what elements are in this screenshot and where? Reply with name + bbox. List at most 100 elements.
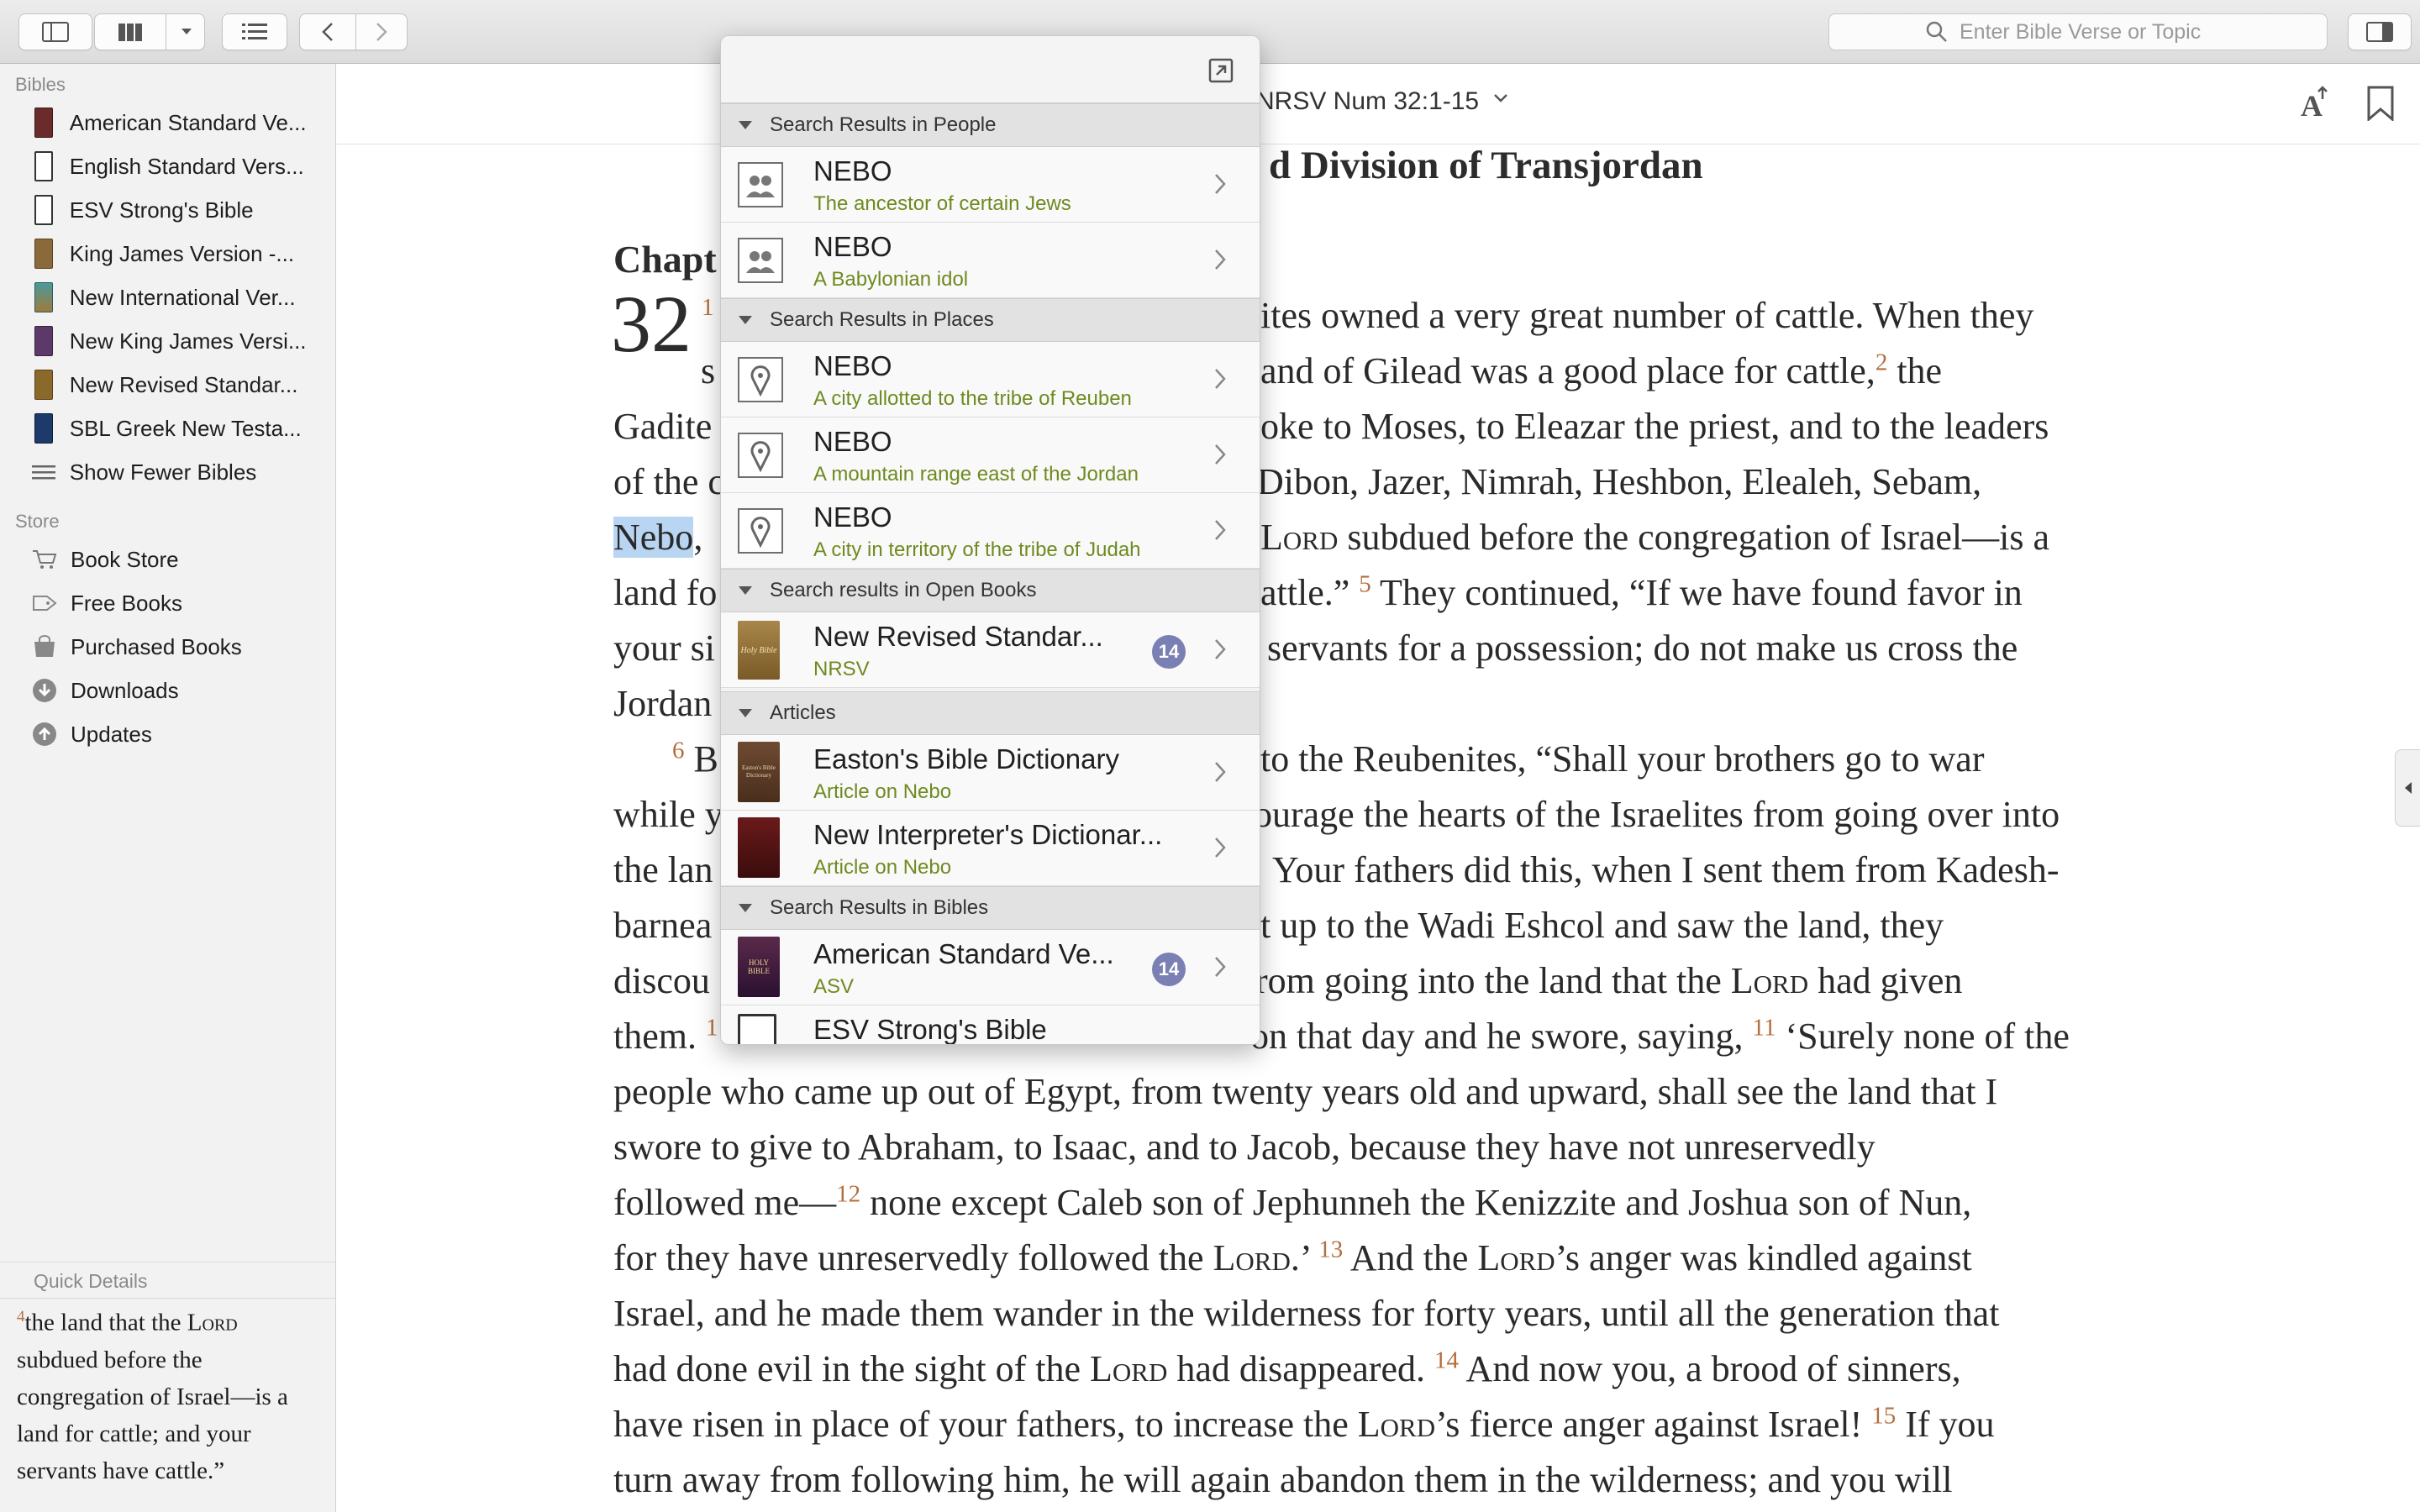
sidebar-item-nrsv[interactable]: New Revised Standar...	[0, 363, 335, 407]
table-of-contents-button[interactable]	[222, 13, 287, 50]
chevron-right-icon	[1215, 639, 1226, 659]
sidebar-item-label: New Revised Standar...	[69, 371, 298, 397]
result-row-place-nebo-1[interactable]: NEBO A city allotted to the tribe of Reu…	[721, 342, 1260, 417]
verse-number: 1	[702, 294, 714, 321]
map-pin-icon	[738, 508, 783, 554]
sidebar-item-label: English Standard Vers...	[69, 153, 304, 179]
sidebar-item-label: Updates	[71, 721, 152, 747]
chevron-right-icon	[1215, 837, 1226, 858]
section-bibles-header[interactable]: Search Results in Bibles	[721, 886, 1260, 930]
chevron-right-icon	[1215, 520, 1226, 540]
new-interpreters-cover	[738, 817, 780, 878]
show-fewer-bibles-button[interactable]: Show Fewer Bibles	[0, 450, 335, 494]
bible-text-line: ites owned a very great number of cattle…	[1260, 295, 2034, 336]
right-sidebar-icon	[2366, 22, 2393, 42]
section-title: d Division of Transjordan	[1269, 144, 1703, 187]
chevron-right-icon	[376, 23, 387, 41]
chevron-right-icon	[1215, 957, 1226, 977]
text-size-icon: A	[2301, 86, 2328, 123]
verse-number: 14	[1434, 1347, 1459, 1374]
disclosure-triangle-icon	[739, 709, 752, 717]
asv-book-icon	[32, 107, 56, 139]
quick-details-verse-number: 4	[17, 1308, 25, 1326]
bible-text-line: on that day and he swore, saying, 11 ‘Su…	[1250, 1014, 2070, 1057]
bible-text-line: of the c	[613, 461, 724, 502]
download-icon	[32, 675, 57, 706]
map-pin-icon	[738, 433, 783, 478]
chevron-down-icon[interactable]	[181, 28, 192, 36]
asv-cover: HOLY BIBLE	[738, 937, 780, 997]
result-row-new-interpreters[interactable]: New Interpreter's Dictionar... Article o…	[721, 811, 1260, 886]
sidebar-item-sbl[interactable]: SBL Greek New Testa...	[0, 407, 335, 450]
section-places-header[interactable]: Search Results in Places	[721, 298, 1260, 342]
verse-number: 5	[1359, 570, 1371, 598]
bible-text-line: swore to give to Abraham, to Isaac, and …	[613, 1126, 1876, 1168]
chevron-right-icon	[1215, 444, 1226, 465]
purchased-icon	[32, 631, 57, 663]
sidebar-item-nkjv[interactable]: New King James Versi...	[0, 319, 335, 363]
result-row-person-nebo-1[interactable]: NEBO The ancestor of certain Jews	[721, 147, 1260, 223]
bible-text-line: oke to Moses, to Eleazar the priest, and…	[1260, 406, 2049, 447]
sidebar-item-label: New International Ver...	[69, 284, 296, 310]
section-people-header[interactable]: Search Results in People	[721, 103, 1260, 147]
font-size-button[interactable]: A	[2299, 84, 2333, 123]
people-icon	[738, 238, 783, 283]
chapter-number: 32	[611, 279, 692, 369]
bookmark-icon	[2367, 86, 2394, 123]
bible-text-line: servants for a possession; do not make u…	[1267, 627, 2018, 669]
bible-text-line: Your fathers did this, when I sent them …	[1272, 849, 2060, 890]
sidebar-item-esv-strongs[interactable]: ESV Strong's Bible	[0, 188, 335, 232]
search-field[interactable]	[1828, 13, 2328, 50]
bible-text-line: land fo	[613, 572, 718, 613]
map-pin-icon	[738, 357, 783, 402]
result-row-eastons[interactable]: Easton's Bible Dictionary Easton's Bible…	[721, 735, 1260, 811]
section-label: Search Results in Bibles	[770, 896, 989, 919]
result-row-place-nebo-3[interactable]: NEBO A city in territory of the tribe of…	[721, 493, 1260, 569]
sidebar-item-updates[interactable]: Updates	[0, 712, 335, 756]
section-articles-header[interactable]: Articles	[721, 691, 1260, 735]
sidebar-item-kjv[interactable]: King James Version -...	[0, 232, 335, 276]
bible-text-line: Lord subdued before the congregation of …	[1260, 517, 2050, 558]
show-fewer-label: Show Fewer Bibles	[69, 459, 257, 485]
sidebar-item-niv[interactable]: New International Ver...	[0, 276, 335, 319]
sidebar-item-purchased-books[interactable]: Purchased Books	[0, 625, 335, 669]
chevron-left-icon	[322, 23, 333, 41]
section-label: Articles	[770, 701, 836, 724]
sidebar-item-free-books[interactable]: Free Books	[0, 581, 335, 625]
result-row-esv-strongs[interactable]: ESV Strong's Bible	[721, 1005, 1260, 1044]
passage-reference[interactable]: NRSV Num 32:1-15	[1256, 87, 1479, 116]
chevron-right-icon	[1215, 174, 1226, 194]
section-label: Search results in Open Books	[770, 579, 1037, 601]
detach-popover-button[interactable]	[1208, 58, 1234, 83]
sidebar-item-asv[interactable]: American Standard Ve...	[0, 101, 335, 144]
sidebar-item-downloads[interactable]: Downloads	[0, 669, 335, 712]
update-icon	[32, 718, 57, 750]
bible-text-line: Gadite	[613, 406, 713, 447]
result-row-nrsv[interactable]: Holy Bible New Revised Standar... NRSV 1…	[721, 612, 1260, 688]
back-button[interactable]	[299, 13, 356, 50]
sidebar-toggle-button[interactable]	[18, 13, 92, 50]
esv-strongs-cover	[738, 1014, 776, 1044]
bible-text-line: turn away from following him, he will ag…	[613, 1459, 1953, 1500]
right-panel-toggle-button[interactable]	[2348, 13, 2412, 50]
library-button[interactable]	[94, 13, 205, 50]
sidebar-item-esv[interactable]: English Standard Vers...	[0, 144, 335, 188]
search-input[interactable]	[1958, 18, 2230, 45]
bookmark-button[interactable]	[2366, 86, 2395, 123]
disclosure-triangle-icon	[739, 121, 752, 129]
section-open-books-header[interactable]: Search results in Open Books	[721, 569, 1260, 612]
chevron-right-icon	[1215, 762, 1226, 782]
result-row-person-nebo-2[interactable]: NEBO A Babylonian idol	[721, 223, 1260, 298]
sidebar-item-book-store[interactable]: Book Store	[0, 538, 335, 581]
forward-button[interactable]	[355, 13, 408, 50]
chevron-down-icon[interactable]	[1493, 92, 1508, 104]
result-row-place-nebo-2[interactable]: NEBO A mountain range east of the Jordan	[721, 417, 1260, 493]
bible-text-line: followed me—12 none except Caleb son of …	[613, 1180, 1972, 1223]
sidebar-item-label: New King James Versi...	[69, 328, 307, 354]
selected-word-nebo[interactable]: Nebo	[613, 517, 694, 558]
right-panel-handle[interactable]	[2395, 749, 2420, 827]
bible-text-line: them. 1	[613, 1014, 718, 1057]
chapter-heading: Chapt	[613, 238, 717, 281]
result-row-asv[interactable]: HOLY BIBLE American Standard Ve... ASV 1…	[721, 930, 1260, 1005]
list-icon	[242, 24, 267, 39]
